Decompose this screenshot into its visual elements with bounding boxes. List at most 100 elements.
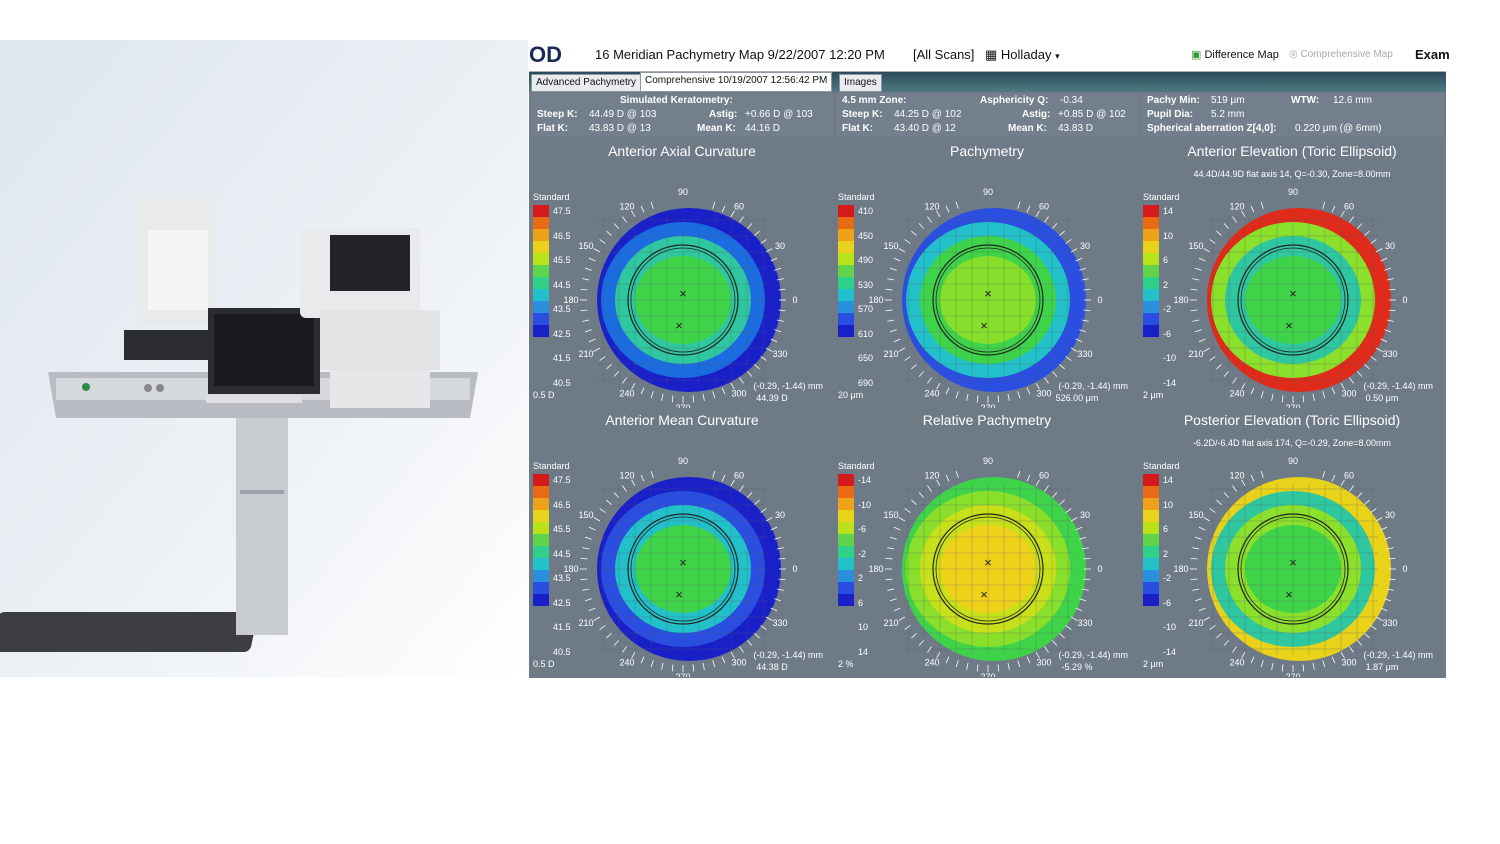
axis-tick [584, 598, 592, 602]
axis-tick [1349, 216, 1354, 223]
axis-tick [765, 347, 773, 352]
scale-label: 14 [1163, 206, 1174, 216]
difference-map-button[interactable]: ▣ Difference Map [1191, 48, 1279, 61]
map-panel-3[interactable]: × × 90 60 30 0 330 300 270 240 210 180 150 120 Anterio… [1141, 140, 1443, 408]
scale-label: 6 [858, 597, 864, 608]
exam-label[interactable]: Exam [1415, 47, 1450, 62]
axis-angle-label: 210 [1188, 349, 1203, 359]
topography-map[interactable]: ××9060300330300270240210180150120 [1141, 409, 1443, 677]
simulated-keratometry-box: Simulated Keratometry: Steep K: 44.49 D … [531, 93, 833, 137]
axis-tick [1209, 508, 1216, 513]
scale-label: 41.5 [553, 622, 571, 632]
scale-swatch [1143, 534, 1159, 546]
scale-swatch [1143, 265, 1159, 277]
axis-tick [936, 479, 941, 487]
scale-swatch [838, 474, 854, 486]
axis-angle-label: 30 [1080, 510, 1090, 520]
comprehensive-map-button[interactable]: ◎ Comprehensive Map [1289, 49, 1393, 60]
map-panel-4[interactable]: × × 90 60 30 0 330 300 270 240 210 180 150 120 Anterio… [531, 409, 833, 677]
scans-label[interactable]: [All Scans] [913, 47, 974, 62]
axis-tick [1260, 660, 1264, 668]
topography-map[interactable]: ××9060300330300270240210180150120 [836, 409, 1138, 677]
map-panel-6[interactable]: × × 90 60 30 0 330 300 270 240 210 180 150 120 Posteri… [1141, 409, 1443, 677]
axis-tick [955, 470, 959, 478]
scale-swatch [838, 301, 854, 313]
axis-tick [588, 607, 596, 612]
scale-swatch [1143, 289, 1159, 301]
scale-swatch [838, 277, 854, 289]
axis-tick [1194, 598, 1202, 602]
axis-angle-label: 60 [1344, 201, 1354, 211]
scale-swatch [1143, 570, 1159, 582]
map-panel-5[interactable]: × × 90 60 30 0 330 300 270 240 210 180 150 120 Relativ… [836, 409, 1138, 677]
axis-angle-label: 240 [1229, 658, 1244, 668]
axis-angle-label: 210 [883, 349, 898, 359]
scale-label: -2 [1163, 304, 1172, 314]
topography-map[interactable]: ××9060300330300270240210180150120 [836, 140, 1138, 408]
axis-tick [599, 508, 606, 513]
axis-tick [1216, 363, 1222, 370]
scale-label: 14 [1163, 475, 1174, 485]
difference-map-label: Difference Map [1204, 49, 1279, 61]
axis-tick [730, 210, 735, 218]
axis-tick [593, 347, 601, 352]
axis-angle-label: 120 [924, 201, 939, 211]
axis-tick [1044, 646, 1049, 653]
axis-tick [887, 319, 895, 322]
tab-images[interactable]: Images [839, 74, 882, 92]
axis-tick [1370, 239, 1377, 244]
map-panel-2[interactable]: × × 90 60 30 0 330 300 270 240 210 180 150 120 Pachyme… [836, 140, 1138, 408]
axis-tick [746, 492, 753, 498]
cross-marker-icon: × [675, 587, 683, 602]
axis-tick [1198, 526, 1206, 531]
scale-swatch [838, 205, 854, 217]
axis-tick [770, 607, 778, 612]
topography-map[interactable]: ××9060300330300270240210180150120 [1141, 140, 1443, 408]
axis-tick [1223, 492, 1230, 498]
tab-comprehensive[interactable]: Comprehensive 10/19/2007 12:56:42 PM [640, 72, 833, 92]
axis-tick [760, 239, 767, 244]
scale-label: -10 [1163, 622, 1177, 632]
cursor-value: 44.38 D [756, 662, 788, 672]
scale-label: 45.5 [553, 524, 571, 534]
axis-angle-label: 240 [619, 658, 634, 668]
axis-tick [936, 210, 941, 218]
cursor-coordinates: (-0.29, -1.44) mm [1058, 650, 1128, 660]
axis-tick [640, 474, 645, 482]
scale-label: 6 [1163, 255, 1169, 265]
axis-angle-label: 90 [1288, 456, 1298, 466]
scale-label: 650 [858, 353, 874, 363]
axis-tick [692, 395, 695, 403]
topography-map[interactable]: ××9060300330300270240210180150120 [531, 140, 833, 408]
cross-marker-icon: × [984, 555, 992, 570]
map-panel-1[interactable]: × × 90 60 30 0 330 300 270 240 210 180 150 120 Anterio… [531, 140, 833, 408]
axis-angle-label: 0 [1402, 295, 1407, 305]
tab-advanced-pachymetry[interactable]: Advanced Pachymetry [531, 74, 642, 92]
scale-unit: 2 % [838, 659, 854, 669]
scale-swatch [838, 570, 854, 582]
axis-angle-label: 330 [1077, 618, 1092, 628]
axis-angle-label: 180 [1173, 295, 1188, 305]
grid-icon: ▦ [985, 47, 998, 62]
axis-angle-label: 240 [924, 389, 939, 399]
axis-tick [1232, 485, 1237, 492]
axis-tick [1349, 377, 1354, 384]
layout-dropdown[interactable]: ▦ Holladay ▾ [985, 47, 1060, 63]
scale-label: 42.5 [553, 328, 571, 339]
axis-angle-label: 0 [792, 295, 797, 305]
axis-tick [588, 257, 596, 262]
axis-tick [1017, 470, 1021, 478]
cross-marker-icon: × [675, 318, 683, 333]
info-asph: -0.34 [1060, 95, 1083, 106]
axis-tick [918, 223, 925, 229]
scale-swatch [533, 253, 549, 265]
axis-angle-label: 240 [924, 658, 939, 668]
axis-tick [1375, 517, 1383, 522]
axis-tick [599, 356, 606, 361]
topography-map[interactable]: ××9060300330300270240210180150120 [531, 409, 833, 677]
axis-tick [1059, 632, 1065, 639]
scale-label: 570 [858, 304, 874, 314]
axis-angle-label: 270 [675, 672, 690, 677]
scale-swatch [1143, 594, 1159, 606]
scale-label: 490 [858, 255, 874, 265]
